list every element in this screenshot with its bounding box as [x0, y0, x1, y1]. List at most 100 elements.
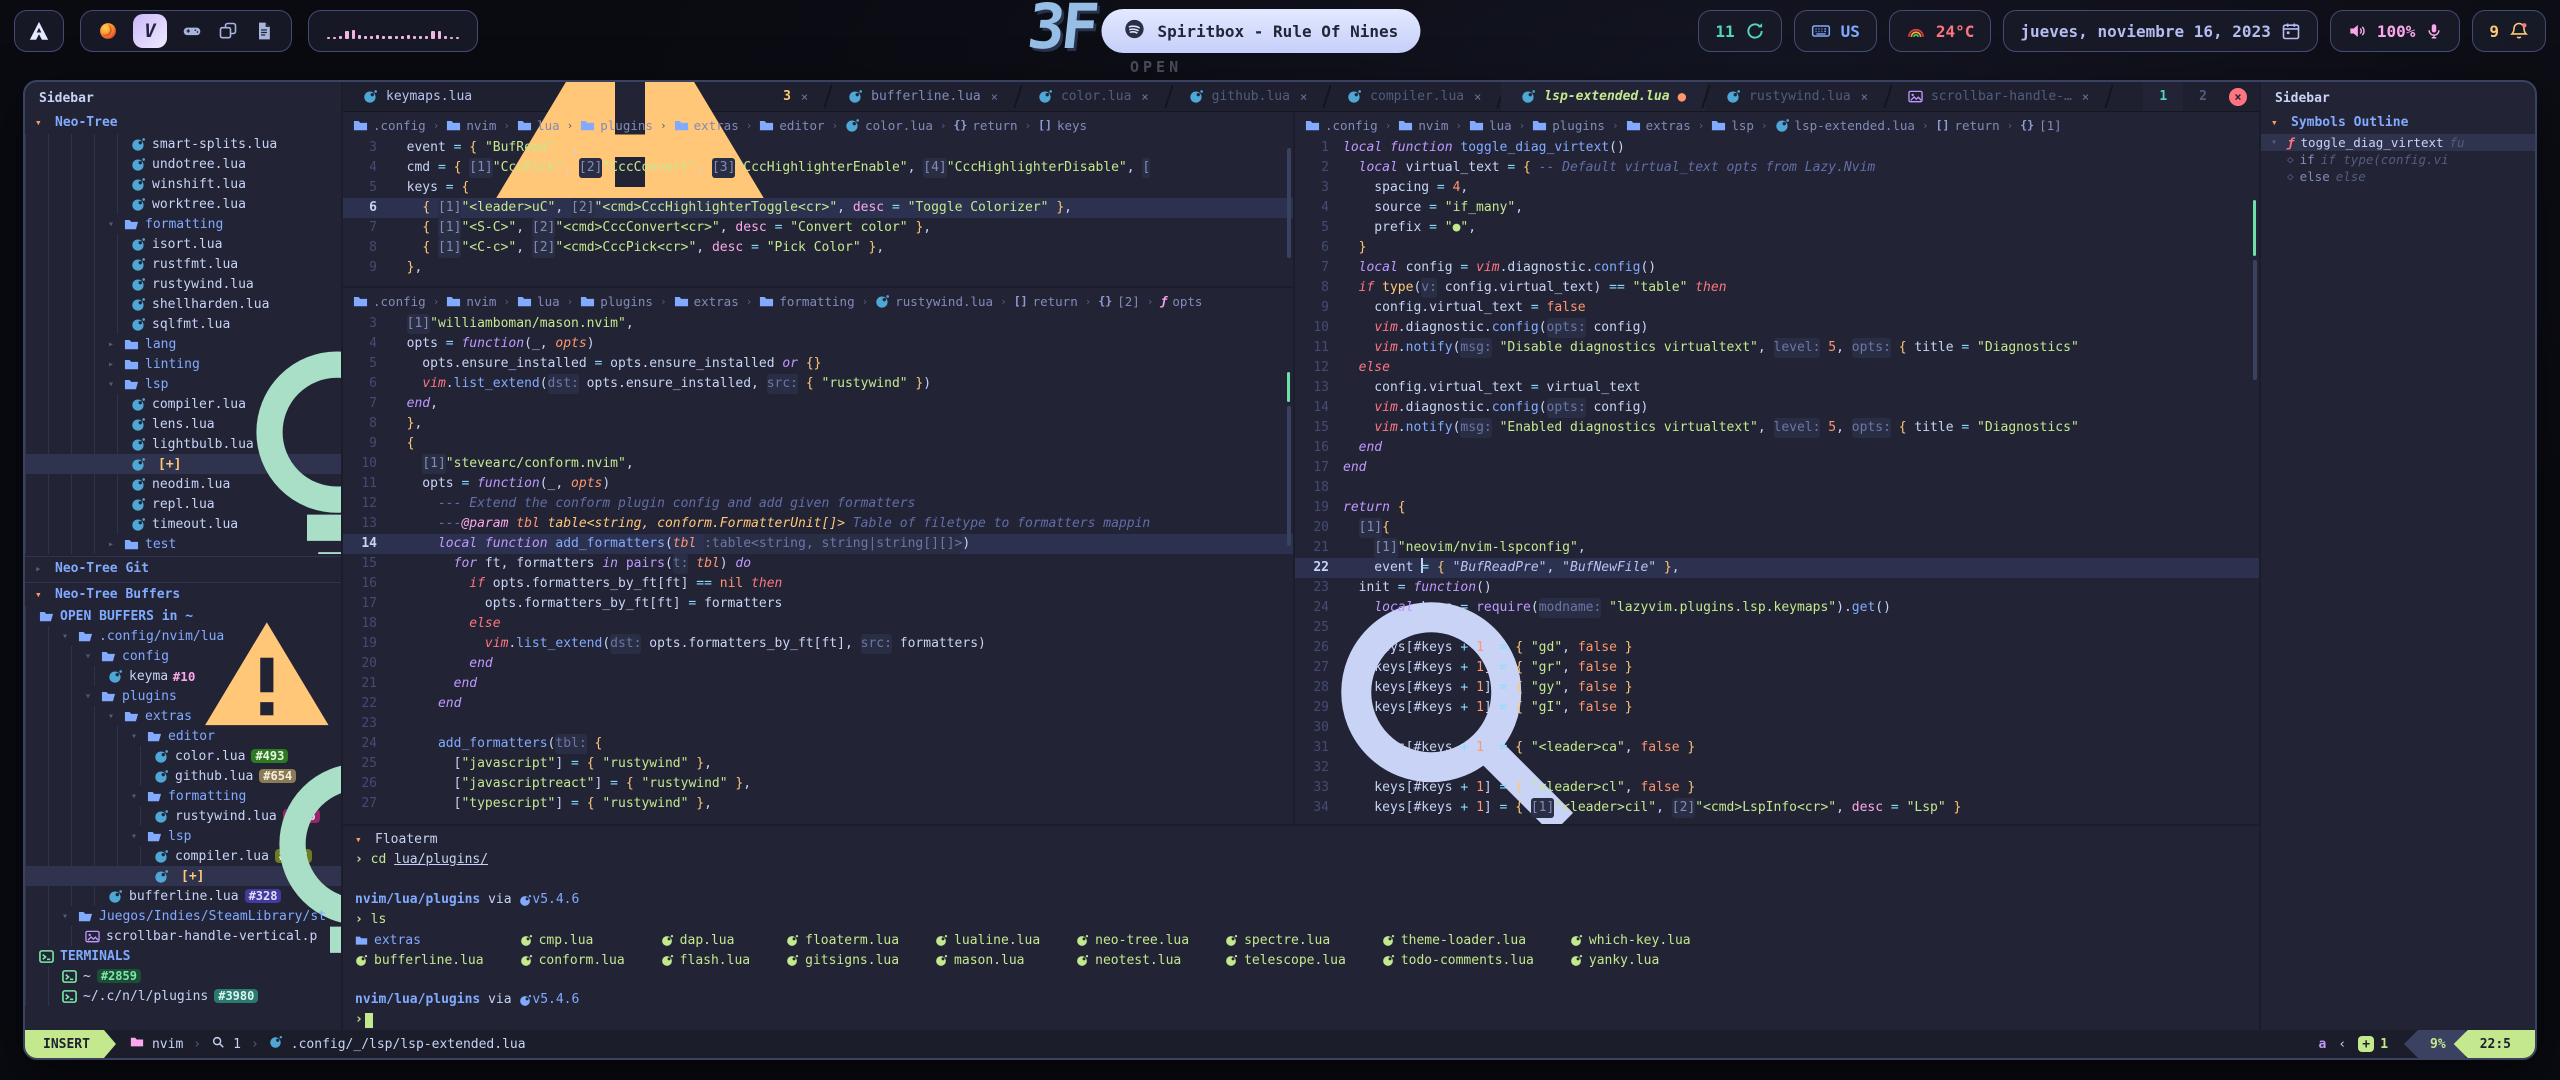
- code-line[interactable]: 27 keys[#keys + 1] = { "gr", false }: [1295, 658, 2259, 678]
- module-audio[interactable]: 100%: [2330, 10, 2461, 52]
- ls-entry[interactable]: neo-tree.lua: [1076, 930, 1189, 950]
- code-line[interactable]: 18: [1295, 478, 2259, 498]
- code-line[interactable]: 5 keys = {: [343, 178, 1293, 198]
- tab-close-icon[interactable]: ×: [1141, 90, 1148, 104]
- code-line[interactable]: 31 keys[#keys + 1] = { "<leader>ca", fal…: [1295, 738, 2259, 758]
- breadcrumb-item[interactable]: lua: [517, 294, 560, 309]
- tab-compiler-lua[interactable]: compiler.lua×: [1327, 82, 1501, 111]
- breadcrumb-item[interactable]: lua: [517, 118, 560, 133]
- code-line[interactable]: 21 [1]"neovim/nvim-lspconfig",: [1295, 538, 2259, 558]
- breadcrumb-item[interactable]: .config: [353, 118, 426, 133]
- module-date[interactable]: jueves, noviembre 16, 2023: [2003, 10, 2317, 52]
- outline-item[interactable]: ◇ifif type(config.vi: [2261, 151, 2535, 168]
- code-line[interactable]: 7 { [1]"<S-C>", [2]"<cmd>CccConvert<cr>"…: [343, 218, 1293, 238]
- tab-close-icon[interactable]: ×: [1861, 90, 1868, 104]
- outline-item[interactable]: ▾ƒtoggle_diag_virtextfu: [2261, 134, 2535, 151]
- code-line[interactable]: 32: [1295, 758, 2259, 778]
- module-keyboard-layout[interactable]: US: [1794, 10, 1877, 52]
- code-line[interactable]: 10 vim.diagnostic.config(opts: config): [1295, 318, 2259, 338]
- ls-entry[interactable]: extras: [355, 930, 484, 950]
- tree-item[interactable]: smart-splits.lua: [25, 134, 341, 154]
- scrollbar[interactable]: [1287, 406, 1291, 546]
- breadcrumb-item[interactable]: .config: [353, 294, 426, 309]
- code-line[interactable]: 1local function toggle_diag_virtext(): [1295, 138, 2259, 158]
- code-line[interactable]: 17end: [1295, 458, 2259, 478]
- outline-item[interactable]: ◇elseelse: [2261, 168, 2535, 185]
- ls-entry[interactable]: flash.lua: [661, 950, 750, 970]
- symbols-outline-header[interactable]: ▾ Symbols Outline: [2261, 110, 2535, 134]
- tree-item[interactable]: isort.lua: [25, 234, 341, 254]
- ls-entry[interactable]: floaterm.lua: [786, 930, 899, 950]
- code-line[interactable]: 7 end,: [343, 394, 1293, 414]
- section-header-neo-tree-buffers[interactable]: ▾Neo-Tree Buffers: [25, 582, 341, 606]
- tab-rustywind-lua[interactable]: rustywind.lua×: [1706, 82, 1888, 111]
- tab-lsp-extended-lua[interactable]: lsp-extended.lua●: [1501, 82, 1706, 111]
- ls-entry[interactable]: dap.lua: [661, 930, 750, 950]
- code-line[interactable]: 24 add_formatters(tbl: {: [343, 734, 1293, 754]
- code-line[interactable]: 22 end: [343, 694, 1293, 714]
- breadcrumb-item[interactable]: rustywind.lua: [875, 294, 993, 309]
- breadcrumb-item[interactable]: editor: [759, 118, 824, 133]
- code-line[interactable]: 21 end: [343, 674, 1293, 694]
- code-line[interactable]: 12 --- Extend the conform plugin config …: [343, 494, 1293, 514]
- module-notifications[interactable]: 9: [2472, 10, 2546, 52]
- breadcrumb-item[interactable]: plugins: [580, 118, 653, 133]
- chevron-down-icon[interactable]: ▾: [62, 911, 72, 922]
- tree-item[interactable]: scrollbar-handle-vertical.p: [25, 926, 341, 946]
- editor-pane-color-lua[interactable]: .config›nvim›lua›plugins›extras›editor›c…: [343, 112, 1293, 286]
- code-line[interactable]: 2 local virtual_text = { -- Default virt…: [1295, 158, 2259, 178]
- tabpage-2[interactable]: 2: [2183, 82, 2223, 111]
- ls-entry[interactable]: theme-loader.lua: [1382, 930, 1534, 950]
- code-line[interactable]: 19 vim.list_extend(dst: opts.formatters_…: [343, 634, 1293, 654]
- module-weather[interactable]: 24°C: [1889, 10, 1992, 52]
- workspace-gamepad[interactable]: [181, 20, 203, 42]
- code-line[interactable]: 9 {: [343, 434, 1293, 454]
- floaterm-panel[interactable]: ▾ Floaterm › cd lua/plugins/ nvim/lua/pl…: [343, 824, 2259, 1030]
- breadcrumb-item[interactable]: nvim: [446, 294, 496, 309]
- code-line[interactable]: 16 if opts.formatters_by_ft[ft] == nil t…: [343, 574, 1293, 594]
- code-line[interactable]: 12 else: [1295, 358, 2259, 378]
- ls-entry[interactable]: gitsigns.lua: [786, 950, 899, 970]
- chevron-down-icon[interactable]: ▾: [131, 791, 141, 802]
- code-line[interactable]: 13 ---@param tbl table<string, conform.F…: [343, 514, 1293, 534]
- breadcrumb-item[interactable]: []keys: [1038, 118, 1087, 133]
- code-line[interactable]: 15 for ft, formatters in pairs(t: tbl) d…: [343, 554, 1293, 574]
- breadcrumb-item[interactable]: plugins: [580, 294, 653, 309]
- code-line[interactable]: 4 cmd = { [1]"CccPick", [2]"CccConvert",…: [343, 158, 1293, 178]
- workspace-firefox[interactable]: [97, 20, 119, 42]
- code-line[interactable]: 14 local function add_formatters(tbl :ta…: [343, 534, 1293, 554]
- ls-entry[interactable]: which-key.lua: [1570, 930, 1691, 950]
- code-line[interactable]: 14 vim.diagnostic.config(opts: config): [1295, 398, 2259, 418]
- code-line[interactable]: 5 prefix = "●",: [1295, 218, 2259, 238]
- tree-item[interactable]: lsp-extended.lu[+]: [25, 866, 341, 886]
- code-line[interactable]: 7 local config = vim.diagnostic.config(): [1295, 258, 2259, 278]
- breadcrumb-item[interactable]: plugins: [1532, 118, 1605, 133]
- chevron-down-icon[interactable]: ▾: [108, 711, 118, 722]
- chevron-down-icon[interactable]: ▾: [2271, 137, 2281, 148]
- code-line[interactable]: 28 keys[#keys + 1] = { "gy", false }: [1295, 678, 2259, 698]
- breadcrumb-item[interactable]: nvim: [1398, 118, 1448, 133]
- tab-color-lua[interactable]: color.lua×: [1018, 82, 1169, 111]
- tree-item[interactable]: winshift.lua: [25, 174, 341, 194]
- chevron-right-icon[interactable]: ▸: [108, 339, 118, 350]
- breadcrumb-item[interactable]: color.lua: [845, 118, 933, 133]
- tree-item[interactable]: rustywind.lua: [25, 274, 341, 294]
- code-line[interactable]: 10 [1]"stevearc/conform.nvim",: [343, 454, 1293, 474]
- tab-close-icon[interactable]: ×: [2082, 90, 2089, 104]
- code-line[interactable]: 4 opts = function(_, opts): [343, 334, 1293, 354]
- code-line[interactable]: 33 keys[#keys + 1] = { "<leader>cl", fal…: [1295, 778, 2259, 798]
- code-line[interactable]: 26 ["javascriptreact"] = { "rustywind" }…: [343, 774, 1293, 794]
- code-line[interactable]: 24 local keys = require(modname: "lazyvi…: [1295, 598, 2259, 618]
- code-line[interactable]: 13 config.virtual_text = virtual_text: [1295, 378, 2259, 398]
- tab-scrollbar-handle-[interactable]: scrollbar-handle-…×: [1888, 82, 2109, 111]
- ls-entry[interactable]: cmp.lua: [520, 930, 625, 950]
- tree-item[interactable]: worktree.lua: [25, 194, 341, 214]
- breadcrumb-item[interactable]: lsp: [1711, 118, 1754, 133]
- breadcrumb-item[interactable]: nvim: [446, 118, 496, 133]
- statusline-project[interactable]: nvim: [130, 1035, 183, 1053]
- code-line[interactable]: 9 config.virtual_text = false: [1295, 298, 2259, 318]
- breadcrumb-item[interactable]: {}[2]: [1098, 294, 1139, 309]
- chevron-down-icon[interactable]: ▾: [355, 833, 367, 846]
- code-line[interactable]: 6 vim.list_extend(dst: opts.ensure_insta…: [343, 374, 1293, 394]
- scrollbar[interactable]: [1287, 148, 1291, 258]
